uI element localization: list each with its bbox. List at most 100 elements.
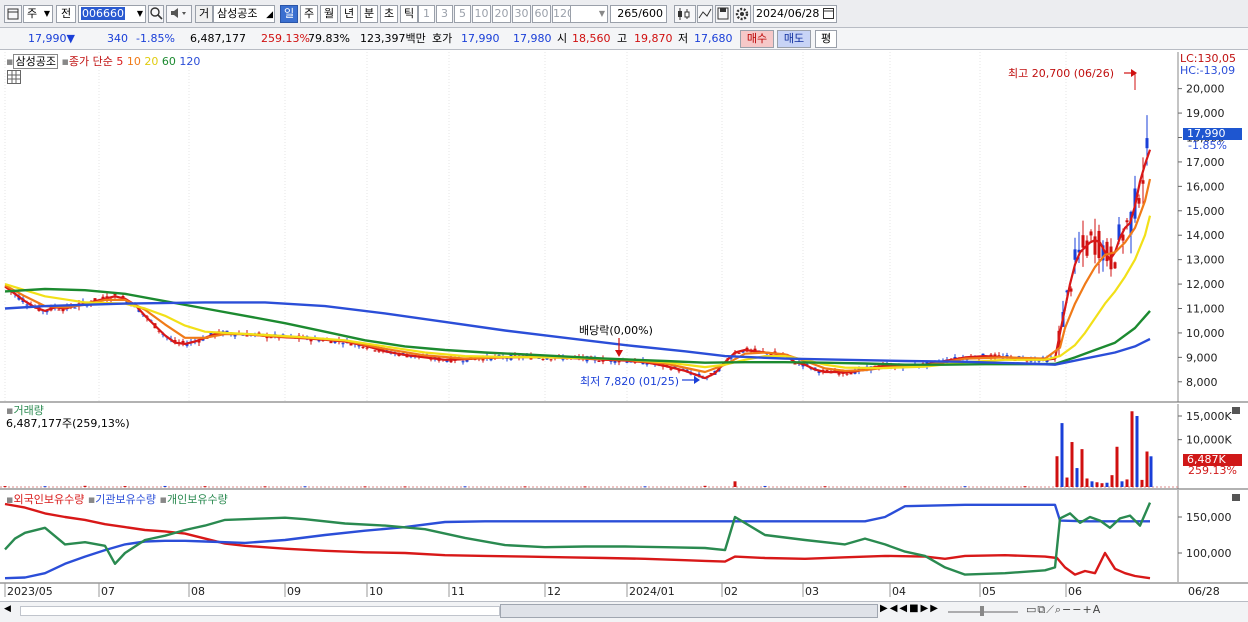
last-volume-pct: 259.13% [1188,464,1237,477]
volume-bar [823,486,827,488]
candle-body [1125,220,1129,223]
volume-bar [1075,468,1079,487]
volume-close-icon [1232,407,1240,414]
volume-bar [1149,456,1153,487]
x-tick-label: 10 [369,585,383,598]
volume-bar [1085,478,1089,487]
play-icon[interactable]: ▶ [880,603,890,614]
stop-icon[interactable]: ■ [909,603,920,614]
holdings-legend: ▪외국인보유수량 ▪기관보유수량 ▪개인보유수량 [6,493,228,506]
scroll-left-icon[interactable]: ◀ [4,604,16,618]
legend-inst: 기관보유수량 [95,493,157,506]
volume-bar [703,485,707,487]
stock-title: 삼성공조 [13,54,58,69]
volume-bar [83,485,87,487]
x-tick-label: 06 [1068,585,1082,598]
price-tick-label: 12,000 [1186,278,1225,291]
candle-body [541,359,545,361]
volume-bar [203,486,207,488]
high-annotation: 최고 20,700 (06/26) [1008,67,1115,80]
low-annotation: 최저 7,820 (01/25) [580,375,680,388]
volume-bar [1125,479,1129,487]
forward-icon[interactable]: ▶▶ [921,603,940,614]
zoom-out-alt-icon[interactable]: − [1072,603,1082,616]
zoom-in-icon[interactable]: + [1082,603,1092,616]
candle-body [461,361,465,363]
candle-body [1145,138,1149,149]
volume-bar [1060,423,1064,487]
price-tick-label: 13,000 [1186,254,1225,267]
volume-bar [1105,482,1109,487]
candle-body [1113,262,1117,269]
x-tick-label: 05 [982,585,996,598]
volume-bar [1023,486,1027,488]
volume-bar [1065,477,1069,487]
scrollbar-track[interactable] [20,606,500,616]
volume-bar [403,486,407,488]
volume-bar [1070,442,1074,487]
volume-bar [643,486,647,488]
zoom-slider[interactable] [948,606,1018,616]
legend-ma60: 60 [161,55,176,68]
legend-foreign: 외국인보유수량 [13,493,85,506]
line-draw-icon[interactable]: ⟋ [1046,603,1055,616]
candle-body [1089,231,1093,236]
candle-body [845,373,849,375]
candle-body [361,346,365,348]
grid-icon[interactable] [7,70,21,84]
holdings-close-icon [1232,494,1240,501]
volume-bar [43,486,47,488]
price-panel: 20,00019,00018,00017,00016,00015,00014,0… [0,52,1248,403]
volume-bar [1110,475,1114,487]
x-tick-label: 2023/05 [7,585,53,598]
candle-body [1073,249,1077,260]
price-tick-label: 9,000 [1186,351,1218,364]
legend-ma10: 10 [126,55,141,68]
x-tick-label: 2024/01 [629,585,675,598]
magnify-icon[interactable]: ⌕ [1055,603,1062,616]
candle-body [549,359,553,361]
legend-ma120: 120 [179,55,201,68]
candle-body [1141,180,1145,184]
candle-body [617,361,621,363]
volume-bar [1080,449,1084,487]
candle-body [1137,198,1141,204]
price-tick-label: 17,000 [1186,156,1225,169]
candle-body [341,343,345,345]
zoom-out-icon[interactable]: − [1062,603,1072,616]
candle-body [597,360,601,362]
x-tick-label: 11 [451,585,465,598]
x-tick-label: 09 [287,585,301,598]
rewind-icon[interactable]: ◀◀ [890,603,909,614]
volume-bar [263,486,267,488]
text-tool-icon[interactable]: A [1093,603,1102,616]
x-axis: 2023/05 07 08 09 10 11 12 2024/01 02 03 04 05 06 06/2… [0,582,1248,598]
x-tick-label: 12 [547,585,561,598]
draw-tool-icon[interactable]: ⧉ [1037,603,1046,616]
stock-chart: 20,00019,00018,00017,00016,00015,00014,0… [0,52,1248,598]
candle-body [1081,235,1085,248]
volume-bar [523,486,527,488]
volume-bar [1120,481,1124,487]
volume-bar [303,486,307,488]
volume-bar [1090,481,1094,487]
x-tick-label: 08 [191,585,205,598]
volume-bar [1145,451,1149,487]
volume-bar [763,485,767,487]
volume-value-text: 6,487,177주(259,13%) [6,417,130,430]
price-tick-label: 16,000 [1186,180,1225,193]
volume-title: 거래량 [13,404,44,417]
scrollbar-thumb[interactable] [500,604,878,618]
price-tick-label: 15,000 [1186,205,1225,218]
window-tool-icon[interactable]: ▭ [1026,603,1037,616]
volume-tick-label: 15,000K [1186,410,1232,423]
volume-bar [163,485,167,487]
legend-ma-label: 종가 단순 [68,55,113,68]
x-tick-label: 06/28 [1188,585,1220,598]
holdings-tick-label: 150,000 [1186,511,1232,524]
price-panel-bg [0,52,1248,402]
volume-bar [363,486,367,488]
volume-bar [583,486,587,488]
volume-bar [463,486,467,488]
volume-bar [1055,456,1059,487]
